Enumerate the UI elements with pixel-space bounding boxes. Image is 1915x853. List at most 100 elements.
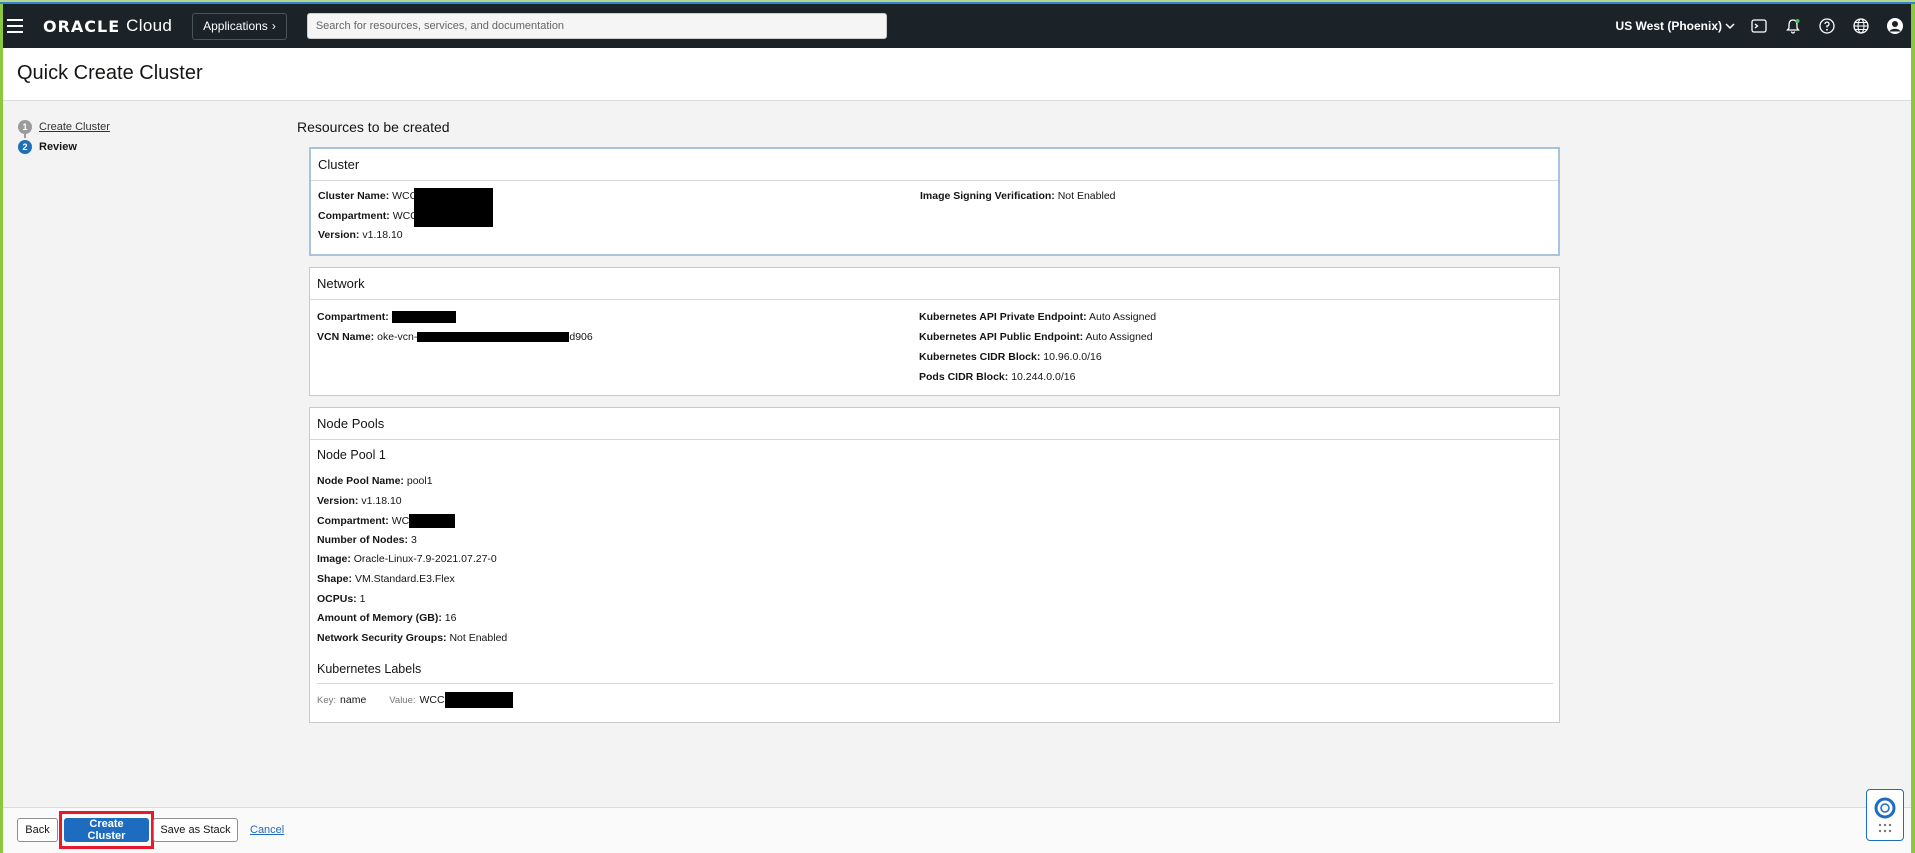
chevron-down-icon <box>1725 23 1735 30</box>
node-pool-field-value: WC <box>391 514 410 527</box>
vcn-name-prefix: oke-vcn- <box>377 331 418 343</box>
notifications-bell-icon[interactable] <box>1783 16 1803 36</box>
image-signing-label: Image Signing Verification: <box>920 190 1055 202</box>
image-signing-field: Image Signing Verification: Not Enabled <box>920 190 1116 202</box>
create-cluster-button[interactable]: Create Cluster <box>64 818 149 842</box>
node-pool-field-value: 1 <box>359 592 366 605</box>
search-input[interactable]: Search for resources, services, and docu… <box>306 13 887 39</box>
applications-button[interactable]: Applications › <box>192 12 287 40</box>
oracle-cloud-logo[interactable]: ORACLE Cloud <box>43 16 172 36</box>
cluster-compartment-field: Compartment: WCC <box>318 210 418 222</box>
image-signing-value: Not Enabled <box>1057 190 1116 202</box>
node-pool-field-label: Network Security Groups: <box>317 631 447 644</box>
node-pool-field: Amount of Memory (GB): 16 <box>317 612 456 624</box>
private-endpoint-field: Kubernetes API Private Endpoint: Auto As… <box>919 311 1156 323</box>
node-pool-field-value: 16 <box>444 612 457 625</box>
step-label[interactable]: Create Cluster <box>39 121 110 133</box>
save-as-stack-button[interactable]: Save as Stack <box>153 818 238 842</box>
language-globe-icon[interactable] <box>1851 16 1871 36</box>
kubernetes-cidr-label: Kubernetes CIDR Block: <box>919 351 1041 363</box>
node-pool-field-label: Version: <box>317 494 359 507</box>
help-support-widget[interactable] <box>1866 789 1904 841</box>
label-key-value: name <box>340 694 367 706</box>
kubernetes-cidr-value: 10.96.0.0/16 <box>1043 351 1102 363</box>
page-title: Quick Create Cluster <box>17 62 203 84</box>
node-pool-field-label: Shape: <box>317 573 353 585</box>
network-card-title: Network <box>310 268 1559 300</box>
node-pool-title: Node Pool 1 <box>317 448 386 462</box>
label-value-caption: Value: <box>389 694 416 706</box>
step-review: 2 Review <box>18 137 110 157</box>
pods-cidr-value: 10.244.0.0/16 <box>1011 371 1076 383</box>
node-pool-field: Compartment: WC <box>317 514 456 529</box>
window-left-border <box>0 0 3 853</box>
node-pool-field: Number of Nodes: 3 <box>317 534 417 546</box>
node-pool-field-label: Image: <box>317 553 351 566</box>
network-compartment-label: Compartment: <box>317 311 389 323</box>
pods-cidr-label: Pods CIDR Block: <box>919 371 1009 383</box>
node-pool-field-label: Compartment: <box>317 514 389 527</box>
help-icon[interactable] <box>1817 16 1837 36</box>
cluster-card: Cluster Cluster Name: WCC Compartment: W… <box>309 147 1560 256</box>
node-pool-field-value: Oracle-Linux-7.9-2021.07.27-0 <box>353 553 497 566</box>
grid-dots-icon <box>1878 823 1892 833</box>
cloud-shell-icon[interactable] <box>1749 16 1769 36</box>
wizard-steps: 1 Create Cluster 2 Review <box>18 117 110 157</box>
node-pool-field-label: Amount of Memory (GB): <box>317 612 442 625</box>
cluster-name-field: Cluster Name: WCC <box>318 190 417 202</box>
redaction-block <box>444 692 513 708</box>
window-right-border <box>1911 0 1915 853</box>
network-card: Network Compartment: VCN Name: oke-vcn-d… <box>309 267 1560 396</box>
vcn-name-field: VCN Name: oke-vcn-d906 <box>317 331 593 343</box>
resources-heading: Resources to be created <box>297 119 450 135</box>
region-selector[interactable]: US West (Phoenix) <box>1616 19 1735 33</box>
node-pool-field: Shape: VM.Standard.E3.Flex <box>317 573 455 585</box>
node-pool-field-label: OCPUs: <box>317 592 357 605</box>
search-placeholder: Search for resources, services, and docu… <box>315 20 565 32</box>
chevron-right-icon: › <box>271 19 276 33</box>
node-pool-field-label: Number of Nodes: <box>317 533 409 546</box>
node-pool-field: Node Pool Name: pool1 <box>317 475 433 487</box>
private-endpoint-label: Kubernetes API Private Endpoint: <box>919 311 1087 323</box>
node-pool-field-value: pool1 <box>406 475 433 487</box>
kubernetes-labels-title: Kubernetes Labels <box>317 662 422 676</box>
cluster-version-field: Version: v1.18.10 <box>318 229 403 241</box>
redaction-block <box>391 311 456 324</box>
hamburger-menu-icon[interactable] <box>7 15 29 37</box>
step-number: 2 <box>18 140 32 154</box>
top-navigation-bar: ORACLE Cloud Applications › Search for r… <box>3 4 1911 48</box>
cancel-link[interactable]: Cancel <box>250 824 284 836</box>
kubernetes-cidr-field: Kubernetes CIDR Block: 10.96.0.0/16 <box>919 351 1102 363</box>
action-bar: Back Create Cluster Save as Stack Cancel <box>3 807 1911 853</box>
kubernetes-label-row: Key: name Value: WCC <box>317 683 1553 708</box>
redaction-block <box>414 188 493 227</box>
page-header: Quick Create Cluster <box>3 48 1911 101</box>
cluster-name-label: Cluster Name: <box>318 190 390 202</box>
window-top-border <box>0 0 1915 4</box>
cluster-compartment-label: Compartment: <box>318 210 390 222</box>
cluster-version-label: Version: <box>318 229 360 241</box>
back-button[interactable]: Back <box>17 818 58 842</box>
node-pool-field-value: VM.Standard.E3.Flex <box>354 573 455 585</box>
pods-cidr-field: Pods CIDR Block: 10.244.0.0/16 <box>919 371 1075 383</box>
region-label: US West (Phoenix) <box>1615 19 1722 33</box>
network-compartment-field: Compartment: <box>317 311 456 324</box>
label-value-value: WCC <box>419 694 445 706</box>
applications-label: Applications <box>203 19 268 33</box>
private-endpoint-value: Auto Assigned <box>1088 311 1157 323</box>
vcn-name-suffix: d906 <box>569 331 593 343</box>
life-ring-icon <box>1874 797 1896 819</box>
node-pool-field: Image: Oracle-Linux-7.9-2021.07.27-0 <box>317 553 497 565</box>
node-pool-field-value: v1.18.10 <box>361 494 402 507</box>
step-create-cluster[interactable]: 1 Create Cluster <box>18 117 110 137</box>
node-pool-field-value: Not Enabled <box>449 631 508 644</box>
redaction-block <box>417 332 570 343</box>
brand-cloud: Cloud <box>126 16 173 35</box>
node-pool-field-value: 3 <box>410 533 417 546</box>
node-pools-card: Node Pools Node Pool 1 Node Pool Name: p… <box>309 407 1560 723</box>
redaction-block <box>409 514 456 529</box>
public-endpoint-label: Kubernetes API Public Endpoint: <box>919 331 1084 343</box>
cluster-version-value: v1.18.10 <box>362 229 403 241</box>
user-profile-icon[interactable] <box>1885 16 1905 36</box>
node-pool-field: Version: v1.18.10 <box>317 495 402 507</box>
